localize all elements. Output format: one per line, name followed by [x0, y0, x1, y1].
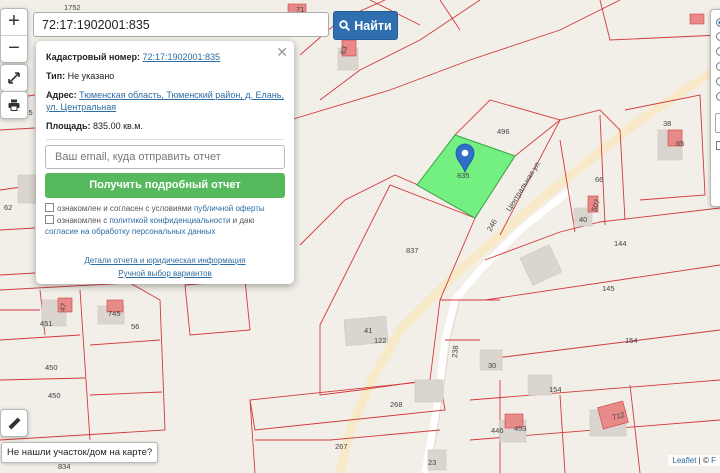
- label-745: 745: [108, 309, 121, 318]
- cadastral-row: Кадастровый номер: 72:17:1902001:835: [46, 51, 286, 63]
- search-icon: [339, 20, 351, 31]
- type-value: Не указано: [67, 71, 115, 81]
- manual-link-row: Ручной выбор вариантов: [36, 268, 294, 279]
- label-837: 837: [406, 246, 419, 255]
- address-row: Адрес: Тюменская область, Тюменский райо…: [46, 89, 286, 113]
- offer-consent-text: ознакомлен и согласен с условиями: [57, 204, 192, 213]
- address-label: Адрес:: [46, 90, 77, 100]
- label-154: 154: [625, 336, 638, 345]
- manual-selection-link[interactable]: Ручной выбор вариантов: [118, 269, 211, 278]
- leaflet-link[interactable]: Leaflet: [672, 456, 696, 465]
- label-40: 40: [579, 215, 587, 224]
- attribution-separator: | ©: [698, 456, 709, 465]
- label-62: 62: [4, 203, 12, 212]
- offer-checkbox[interactable]: [45, 203, 54, 212]
- offer-consent: ознакомлен и согласен с условиями публич…: [45, 203, 285, 214]
- label-56: 56: [131, 322, 139, 331]
- ruler-button[interactable]: [0, 409, 28, 437]
- personal-data-link[interactable]: согласие на обработку персональных данны…: [45, 227, 215, 236]
- expand-icon: [8, 72, 20, 84]
- email-field[interactable]: Ваш email, куда отправить отчет: [45, 145, 285, 169]
- layer-radio-3[interactable]: [716, 47, 720, 56]
- label-144: 144: [614, 239, 627, 248]
- privacy-consent-text: ознакомлен с: [57, 216, 108, 225]
- zoom-in-button[interactable]: +: [1, 9, 27, 35]
- label-122: 122: [374, 336, 387, 345]
- label-267: 267: [335, 442, 348, 451]
- zoom-out-button[interactable]: −: [1, 35, 27, 62]
- area-row: Площадь: 835.00 кв.м.: [46, 120, 286, 132]
- label-496: 496: [497, 127, 510, 136]
- privacy-policy-link[interactable]: политикой конфиденциальности: [109, 216, 230, 225]
- label-268: 268: [390, 400, 403, 409]
- label-834: 834: [58, 462, 71, 471]
- layer-radio-1[interactable]: [716, 18, 720, 27]
- label-450: 450: [45, 363, 58, 372]
- cadastral-link[interactable]: 72:17:1902001:835: [142, 52, 220, 62]
- fullscreen-button[interactable]: [0, 64, 28, 92]
- label-65: 65: [676, 139, 684, 148]
- privacy-consent-mid: и даю: [232, 216, 255, 225]
- label-1752: 1752: [64, 3, 81, 12]
- area-value: 835.00 кв.м.: [93, 121, 143, 131]
- label-23: 23: [428, 458, 436, 467]
- privacy-consent: ознакомлен с политикой конфиденциальност…: [45, 215, 285, 237]
- label-450b: 450: [48, 391, 61, 400]
- label-38: 38: [663, 119, 671, 128]
- layer-select[interactable]: [715, 113, 720, 133]
- label-30: 30: [488, 361, 496, 370]
- parcel-info-popup: ✕ Кадастровый номер: 72:17:1902001:835 Т…: [36, 41, 294, 284]
- layer-radio-6[interactable]: [716, 92, 720, 101]
- get-report-button[interactable]: Получить подробный отчет: [45, 173, 285, 198]
- label-145: 145: [602, 284, 615, 293]
- label-453: 453: [514, 424, 527, 433]
- attribution: Leaflet | © F: [668, 455, 720, 466]
- layer-radio-5[interactable]: [716, 77, 720, 86]
- not-found-button[interactable]: Не нашли участок/дом на карте?: [1, 442, 159, 463]
- cadastral-label: Кадастровый номер:: [46, 52, 140, 62]
- label-154b: 154: [549, 385, 562, 394]
- details-link-row: Детали отчета и юридическая информация: [36, 255, 294, 266]
- label-66: 66: [595, 175, 603, 184]
- label-41: 41: [364, 326, 372, 335]
- type-label: Тип:: [46, 71, 66, 81]
- search-input[interactable]: [33, 12, 329, 37]
- attribution-link[interactable]: F: [711, 456, 716, 465]
- type-row: Тип: Не указано: [46, 70, 286, 82]
- find-button-label: Найти: [354, 18, 392, 33]
- label-835: 835: [457, 171, 470, 180]
- popup-divider: [46, 139, 284, 140]
- details-link[interactable]: Детали отчета и юридическая информация: [84, 256, 245, 265]
- label-238: 238: [450, 345, 460, 358]
- find-button[interactable]: Найти: [333, 11, 398, 40]
- layer-radio-2[interactable]: [716, 32, 720, 41]
- label-451: 451: [40, 319, 53, 328]
- layers-panel: [710, 9, 720, 207]
- public-offer-link[interactable]: публичной оферты: [194, 204, 265, 213]
- layer-radio-4[interactable]: [716, 62, 720, 71]
- area-label: Площадь:: [46, 121, 91, 131]
- label-446: 446: [491, 426, 504, 435]
- privacy-checkbox[interactable]: [45, 215, 54, 224]
- print-button[interactable]: [0, 91, 28, 119]
- address-link[interactable]: Тюменская область, Тюменский район, д. Е…: [46, 90, 284, 112]
- zoom-control: + −: [0, 8, 28, 63]
- ruler-icon: [7, 416, 21, 430]
- layer-checkbox[interactable]: [716, 141, 720, 150]
- printer-icon: [8, 99, 20, 111]
